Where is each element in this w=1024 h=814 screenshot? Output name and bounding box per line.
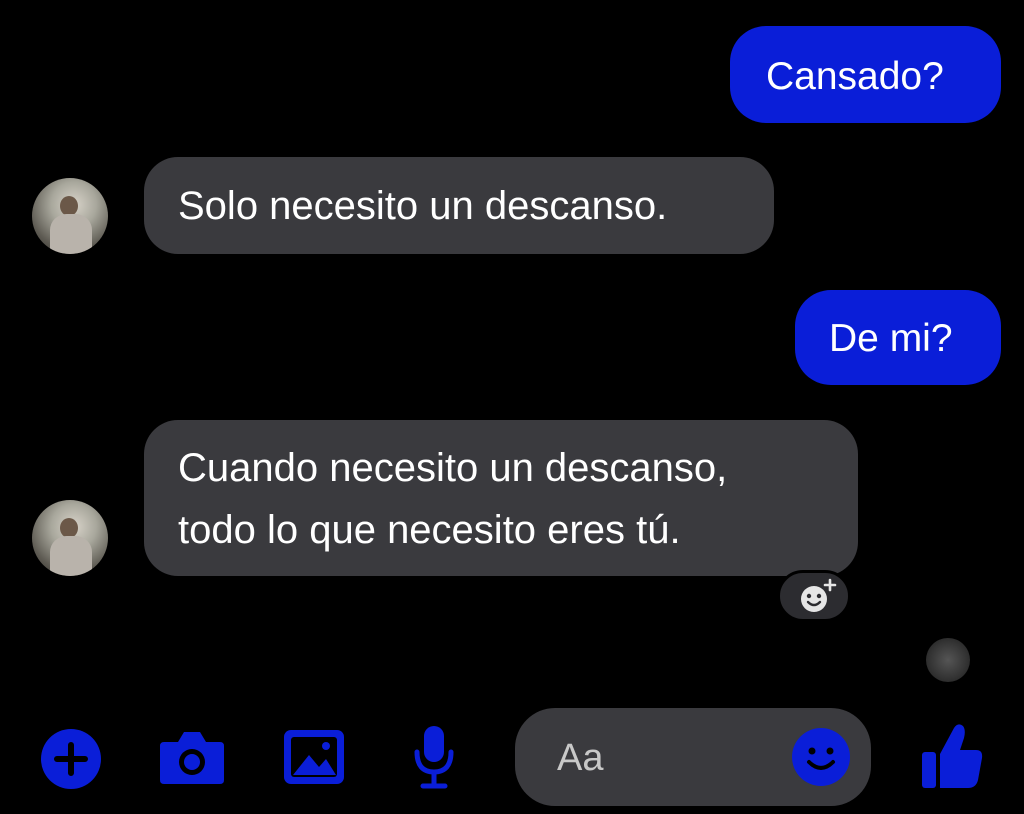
message-text: Cansado? [766,55,944,98]
add-reaction-button[interactable] [777,570,851,622]
gallery-icon[interactable] [282,728,346,786]
message-text-line: todo lo que necesito eres tú. [178,508,681,552]
seen-avatar-indicator [926,638,970,682]
message-text: Solo necesito un descanso. [178,184,668,228]
message-composer[interactable] [515,708,871,806]
received-message-bubble[interactable]: Solo necesito un descanso. [144,157,774,254]
message-text-line: Cuando necesito un descanso, [178,446,728,490]
message-input[interactable] [555,730,789,786]
plus-icon[interactable] [40,728,102,790]
contact-avatar[interactable] [32,500,108,576]
sent-message-bubble[interactable]: Cansado? [730,26,1001,123]
received-message-bubble[interactable]: Cuando necesito un descanso, todo lo que… [144,420,858,576]
sent-message-bubble[interactable]: De mi? [795,290,1001,385]
message-text: De mi? [829,317,953,360]
camera-icon[interactable] [158,728,226,786]
contact-avatar[interactable] [32,178,108,254]
emoji-icon[interactable] [791,727,851,787]
thumbs-up-icon[interactable] [920,722,984,790]
microphone-icon[interactable] [412,724,456,790]
add-reaction-icon [801,578,837,612]
